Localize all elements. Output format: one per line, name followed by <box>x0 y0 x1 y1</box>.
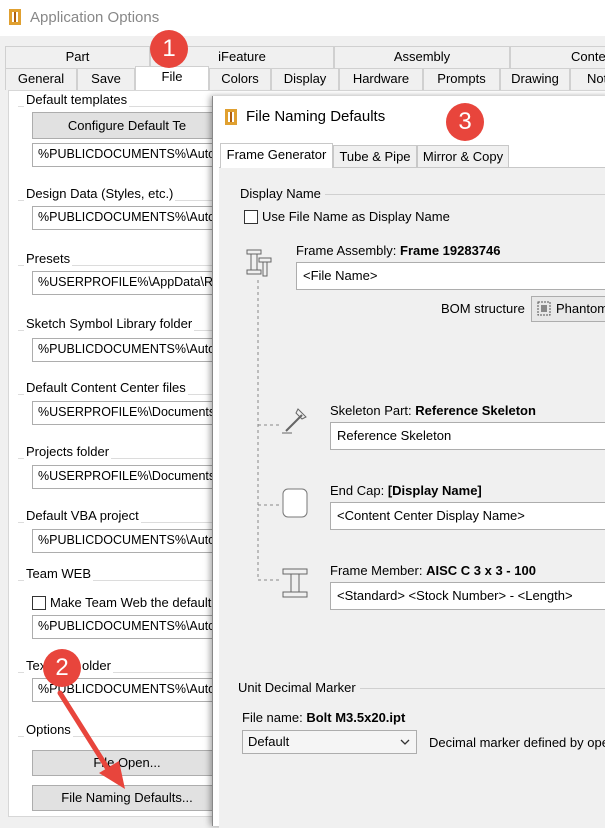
design-data-label: Design Data (Styles, etc.) <box>24 186 176 201</box>
frame-member-icon <box>282 568 308 598</box>
end-cap-icon <box>282 488 308 518</box>
tab-content[interactable]: Conte <box>510 46 605 68</box>
content-center-path[interactable]: %USERPROFILE%\Documents\ <box>32 401 222 425</box>
tab-save[interactable]: Save <box>77 68 135 90</box>
presets-label: Presets <box>24 251 73 266</box>
projects-path[interactable]: %USERPROFILE%\Documents\ <box>32 465 222 489</box>
frame-assembly-label: Frame Assembly: Frame 19283746 <box>296 243 501 258</box>
tab-mirror-copy[interactable]: Mirror & Copy <box>417 145 509 167</box>
tab-notebook[interactable]: Not <box>570 68 605 90</box>
skeleton-part-icon <box>282 408 307 434</box>
team-web-checkbox[interactable] <box>32 596 46 610</box>
end-cap-field[interactable]: <Content Center Display Name> <box>330 502 605 530</box>
presets-path[interactable]: %USERPROFILE%\AppData\Ro <box>32 271 222 295</box>
section-divider <box>360 688 605 689</box>
skeleton-part-label: Skeleton Part: Reference Skeleton <box>330 403 536 418</box>
decimal-marker-select-value: Default <box>248 734 290 749</box>
frame-assembly-icon <box>246 249 272 277</box>
tab-assembly[interactable]: Assembly <box>334 46 510 68</box>
bom-structure-value: Phantom <box>556 301 605 316</box>
tab-tube-pipe[interactable]: Tube & Pipe <box>333 145 417 167</box>
section-divider <box>325 194 605 195</box>
sketch-symbol-path[interactable]: %PUBLICDOCUMENTS%\Autod <box>32 338 222 362</box>
chevron-down-icon <box>400 739 410 745</box>
team-web-label: Team WEB <box>24 566 94 581</box>
use-file-name-checkbox[interactable] <box>244 210 258 224</box>
window-title: Application Options <box>30 9 160 26</box>
app-icon <box>9 9 21 25</box>
text-folder-label-tail: older <box>80 658 113 673</box>
sketch-symbol-label: Sketch Symbol Library folder <box>24 316 195 331</box>
design-data-path[interactable]: %PUBLICDOCUMENTS%\Autod <box>32 206 222 230</box>
callout-badge-3: 3 <box>446 103 484 141</box>
unit-decimal-heading: Unit Decimal Marker <box>238 680 356 695</box>
tab-hardware[interactable]: Hardware <box>339 68 423 90</box>
bom-structure-label: BOM structure <box>441 301 525 316</box>
vba-label: Default VBA project <box>24 508 141 523</box>
tab-display[interactable]: Display <box>271 68 339 90</box>
callout-badge-1: 1 <box>150 30 188 68</box>
tab-part[interactable]: Part <box>5 46 150 68</box>
content-center-label: Default Content Center files <box>24 380 188 395</box>
phantom-icon <box>537 301 551 316</box>
tab-frame-generator[interactable]: Frame Generator <box>220 143 333 168</box>
skeleton-part-field[interactable]: Reference Skeleton <box>330 422 605 450</box>
dialog-app-icon <box>225 109 237 125</box>
tab-general[interactable]: General <box>5 68 77 90</box>
frame-member-field[interactable]: <Standard> <Stock Number> - <Length> <box>330 582 605 610</box>
default-templates-label: Default templates <box>24 92 130 107</box>
frame-member-label: Frame Member: AISC C 3 x 3 - 100 <box>330 563 536 578</box>
tab-colors[interactable]: Colors <box>209 68 271 90</box>
dialog-title: File Naming Defaults <box>246 108 386 125</box>
default-templates-path[interactable]: %PUBLICDOCUMENTS%\Autod <box>32 143 222 167</box>
use-file-name-label: Use File Name as Display Name <box>262 209 450 224</box>
projects-label: Projects folder <box>24 444 112 459</box>
configure-default-templates-button[interactable]: Configure Default Te <box>32 112 222 139</box>
team-web-path[interactable]: %PUBLICDOCUMENTS%\Autod <box>32 615 222 639</box>
unit-file-name-label: File name: Bolt M3.5x20.ipt <box>242 710 406 725</box>
end-cap-label: End Cap: [Display Name] <box>330 483 482 498</box>
callout-badge-2: 2 <box>43 649 81 687</box>
team-web-checkbox-label: Make Team Web the default <box>50 595 212 610</box>
vba-path[interactable]: %PUBLICDOCUMENTS%\Autod <box>32 529 222 553</box>
tab-drawing[interactable]: Drawing <box>500 68 570 90</box>
tab-file[interactable]: File <box>135 66 209 91</box>
display-name-heading: Display Name <box>240 186 321 201</box>
callout-arrow <box>57 690 125 789</box>
decimal-marker-description: Decimal marker defined by ope <box>429 735 605 750</box>
decimal-marker-select[interactable]: Default <box>242 730 417 754</box>
tab-prompts[interactable]: Prompts <box>423 68 500 90</box>
frame-assembly-field[interactable]: <File Name> <box>296 262 605 290</box>
